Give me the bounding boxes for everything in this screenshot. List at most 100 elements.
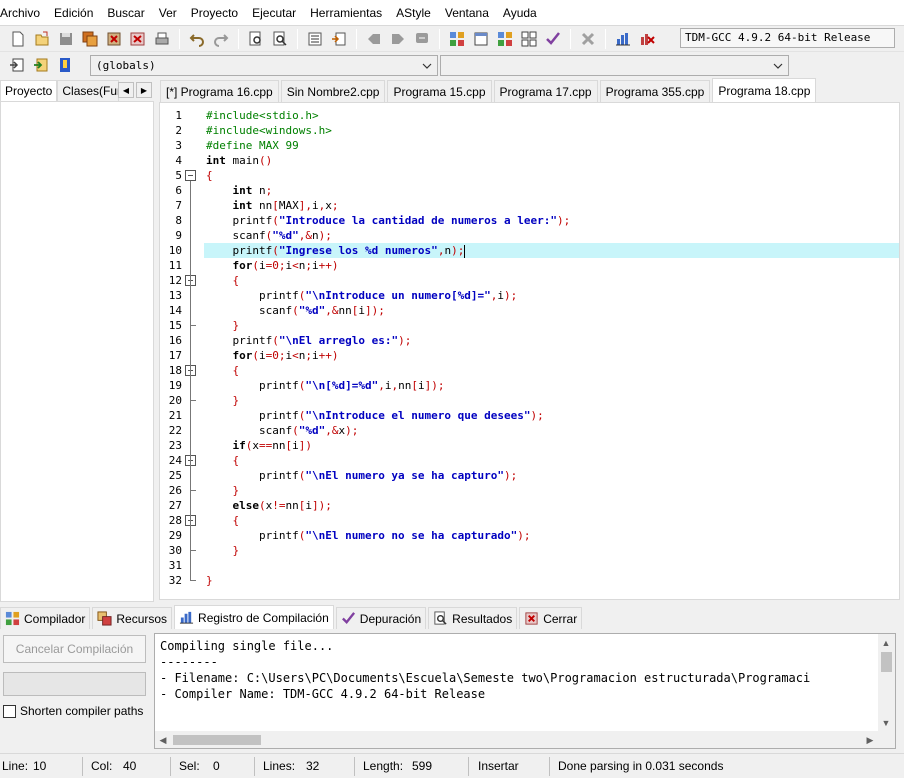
code-line: printf("\nIntroduce un numero[%d]=",i); [206,289,518,302]
line-number: 9 [175,229,182,242]
print-icon[interactable] [151,28,173,50]
compile-log[interactable]: Compiling single file... -------- - File… [154,633,896,749]
new-file-icon[interactable] [7,28,29,50]
cancel-compilation-button[interactable]: Cancelar Compilación [3,635,146,663]
tab-depuracion[interactable]: Depuración [335,607,427,629]
checkbox-box[interactable] [3,704,16,718]
find-icon[interactable] [245,28,267,50]
line-number: 10 [168,244,182,257]
status-sel-label: Sel: [179,759,200,773]
status-bar: Line: 10 Col: 40 Sel: 0 Lines: 32 Length… [0,753,904,778]
chevron-up-icon[interactable]: ▲ [879,636,893,650]
save-icon[interactable] [55,28,77,50]
comment-icon[interactable] [411,28,433,50]
editor-tab[interactable]: Programa 355.cpp [599,80,711,102]
function-combo[interactable] [440,55,789,76]
status-separator [82,757,83,776]
scope-combo[interactable]: (globals) [90,55,438,76]
tab-recursos[interactable]: Recursos [92,607,173,629]
tab-cerrar[interactable]: Cerrar [519,607,583,629]
compile-run-icon[interactable] [494,28,516,50]
tab-proyecto[interactable]: Proyecto [0,80,58,102]
syntax-check-icon[interactable] [542,28,564,50]
editor-tab[interactable]: Programa 17.cpp [493,80,598,102]
undo-icon[interactable] [186,28,208,50]
chevron-right-icon[interactable]: ▶ [136,82,152,98]
code-line: scanf("%d",&x); [206,424,359,437]
menu-ventana[interactable]: Ventana [438,0,496,26]
menu-buscar[interactable]: Buscar [100,0,151,26]
menu-ayuda[interactable]: Ayuda [496,0,544,26]
menu-edici-n[interactable]: Edición [47,0,100,26]
status-lines-value: 32 [306,759,320,773]
chevron-down-icon [420,57,434,74]
status-col-value: 40 [123,759,137,773]
code-line: printf("\nEl numero ya se ha capturo"); [206,469,518,482]
compiler-select[interactable]: TDM-GCC 4.9.2 64-bit Release [680,28,895,48]
code-line: { [232,364,240,377]
run-icon[interactable] [470,28,492,50]
menu-herramientas[interactable]: Herramientas [303,0,389,26]
menu-astyle[interactable]: AStyle [389,0,438,26]
code-line: { [232,454,240,467]
replace-icon[interactable] [269,28,291,50]
line-number: 17 [168,349,182,362]
tab-clases[interactable]: Clases(Fun [57,80,120,102]
menu-archivo[interactable]: Archivo [0,0,47,26]
editor-tab[interactable]: Programa 18.cpp [712,78,817,102]
status-line-value: 10 [33,759,47,773]
fold-toggle-icon[interactable] [185,170,196,181]
toggle-bookmark-icon[interactable] [54,54,76,76]
delete-profile-icon[interactable] [636,28,658,50]
menu-ver[interactable]: Ver [152,0,184,26]
log-line: -------- [160,655,218,669]
close-file-icon[interactable] [103,28,125,50]
tab-label: Registro de Compilación [198,610,329,625]
resources-icon [97,611,112,626]
chevron-left-icon[interactable]: ◀ [156,733,170,747]
close-all-icon[interactable] [127,28,149,50]
chevron-left-icon[interactable]: ◀ [118,82,134,98]
unindent-icon[interactable] [328,28,350,50]
log-horizontal-scrollbar[interactable]: ◀ ▶ [155,731,895,748]
editor-tab[interactable]: [*] Programa 16.cpp [160,80,279,102]
tab-registro-compilacion[interactable]: Registro de Compilación [174,605,334,629]
compile-icon[interactable] [446,28,468,50]
status-separator [549,757,550,776]
tab-resultados[interactable]: Resultados [428,607,518,629]
log-vertical-scrollbar[interactable]: ▲ ▼ [878,634,895,731]
editor-tab[interactable]: Sin Nombre2.cpp [280,80,386,102]
status-message: Done parsing in 0.031 seconds [558,759,724,773]
bookmark-next-icon[interactable] [387,28,409,50]
redo-icon[interactable] [210,28,232,50]
goto-declaration-icon[interactable] [6,54,28,76]
scroll-thumb[interactable] [173,735,261,745]
chevron-right-icon[interactable]: ▶ [863,733,877,747]
code-editor[interactable]: 1 #include<stdio.h> 2 #include<windows.h> 3 #… [159,102,900,600]
stop-icon[interactable] [577,28,599,50]
code-line: printf("Ingrese los %d numeros",n); [206,244,466,258]
line-number: 19 [168,379,182,392]
chevron-down-icon[interactable]: ▼ [879,716,893,730]
code-line: #define MAX 99 [206,139,299,152]
open-file-icon[interactable] [31,28,53,50]
editor-tab[interactable]: Programa 15.cpp [387,80,492,102]
shorten-paths-checkbox[interactable]: Shorten compiler paths [3,704,143,718]
indent-icon[interactable] [304,28,326,50]
menu-proyecto[interactable]: Proyecto [184,0,245,26]
menu-ejecutar[interactable]: Ejecutar [245,0,303,26]
rebuild-icon[interactable] [518,28,540,50]
scroll-thumb[interactable] [881,652,892,672]
profile-icon[interactable] [612,28,634,50]
line-number: 28 [168,514,182,527]
log-line: Compiling single file... [160,639,334,653]
save-all-icon[interactable] [79,28,101,50]
line-number: 32 [168,574,182,587]
bookmark-prev-icon[interactable] [363,28,385,50]
insert-icon[interactable] [30,54,52,76]
toolbar-separator [570,28,571,49]
toolbar-separator [297,28,298,49]
tab-compilador[interactable]: Compilador [0,607,91,629]
line-number: 25 [168,469,182,482]
tab-label: Compilador [24,611,86,626]
